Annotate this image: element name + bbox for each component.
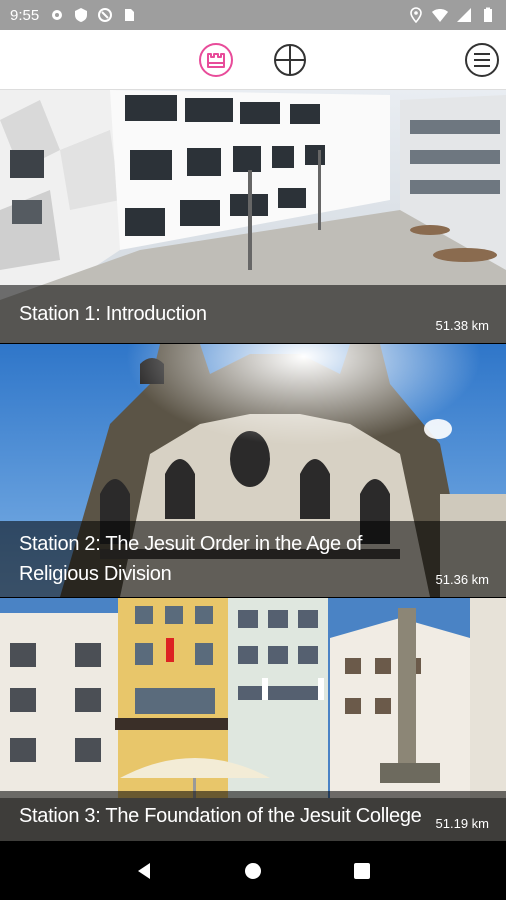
crosshair-icon <box>274 44 306 76</box>
home-circle-icon <box>244 862 261 879</box>
station-card[interactable]: Station 2: The Jesuit Order in the Age o… <box>0 344 506 597</box>
location-target-button[interactable] <box>272 42 308 78</box>
home-button[interactable] <box>198 42 234 78</box>
top-toolbar <box>0 30 506 90</box>
station-title: Station 3: The Foundation of the Jesuit … <box>19 805 422 827</box>
status-right-icons <box>408 7 496 23</box>
wifi-icon <box>432 9 448 22</box>
signal-icon <box>457 8 471 22</box>
battery-icon <box>484 7 492 22</box>
menu-button[interactable] <box>464 42 500 78</box>
shield-icon <box>75 8 88 22</box>
sd-card-icon <box>125 9 135 21</box>
status-bar: 9:55 <box>0 0 506 30</box>
recents-button[interactable] <box>350 859 374 883</box>
station-caption: Station 3: The Foundation of the Jesuit … <box>0 791 506 841</box>
system-nav-bar <box>0 841 506 900</box>
back-button[interactable] <box>132 859 156 883</box>
station-caption: Station 1: Introduction 51.38 km <box>0 285 506 343</box>
settings-icon <box>52 10 63 20</box>
back-icon <box>138 862 151 879</box>
location-icon <box>410 7 422 23</box>
station-title: Station 2: The Jesuit Order in the Age o… <box>19 533 363 585</box>
station-distance: 51.38 km <box>435 318 489 333</box>
station-distance: 51.19 km <box>435 816 489 831</box>
station-card[interactable]: Station 3: The Foundation of the Jesuit … <box>0 598 506 841</box>
station-caption: Station 2: The Jesuit Order in the Age o… <box>0 521 506 597</box>
status-time: 9:55 <box>10 6 40 24</box>
recents-icon <box>353 862 370 879</box>
menu-icon <box>465 43 499 77</box>
station-title: Station 1: Introduction <box>19 303 207 325</box>
status-left-icons <box>49 7 137 23</box>
home-icon <box>199 43 233 77</box>
station-distance: 51.36 km <box>435 572 489 587</box>
home-nav-button[interactable] <box>241 859 265 883</box>
data-saver-icon <box>98 8 113 22</box>
station-card[interactable]: Station 1: Introduction 51.38 km <box>0 90 506 343</box>
